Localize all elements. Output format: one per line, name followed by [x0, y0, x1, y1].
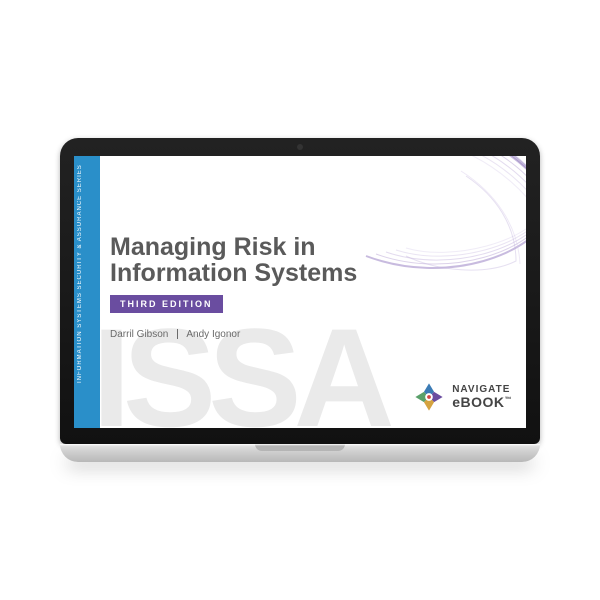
webcam-dot [297, 144, 303, 150]
author-1: Darril Gibson [110, 329, 168, 340]
authors: Darril Gibson Andy Igonor [110, 329, 514, 340]
ebook-label: eBOOK [452, 394, 504, 410]
trademark-symbol: ™ [505, 396, 513, 403]
navigate-text: NAVIGATE eBOOK™ [452, 385, 512, 409]
laptop-mockup: INFORMATION SYSTEMS SECURITY & ASSURANCE… [60, 138, 540, 462]
series-label: INFORMATION SYSTEMS SECURITY & ASSURANCE… [77, 164, 83, 414]
author-2: Andy Igonor [186, 329, 240, 340]
book-title: Managing Risk in Information Systems [110, 234, 514, 287]
laptop-base [60, 444, 540, 462]
navigate-ebook-badge: NAVIGATE eBOOK™ [412, 380, 512, 414]
navigate-line2: eBOOK™ [452, 395, 512, 409]
title-line-1: Managing Risk in [110, 233, 316, 261]
laptop-screen-bezel: INFORMATION SYSTEMS SECURITY & ASSURANCE… [60, 138, 540, 444]
cover-front: ISSA Managi [100, 156, 526, 428]
title-line-2: Information Systems [110, 259, 357, 287]
edition-badge: THIRD EDITION [110, 295, 223, 313]
navigate-logo-icon [412, 380, 446, 414]
ebook-cover: INFORMATION SYSTEMS SECURITY & ASSURANCE… [74, 156, 526, 428]
author-separator [177, 329, 178, 339]
cover-text-block: Managing Risk in Information Systems THI… [110, 174, 514, 340]
